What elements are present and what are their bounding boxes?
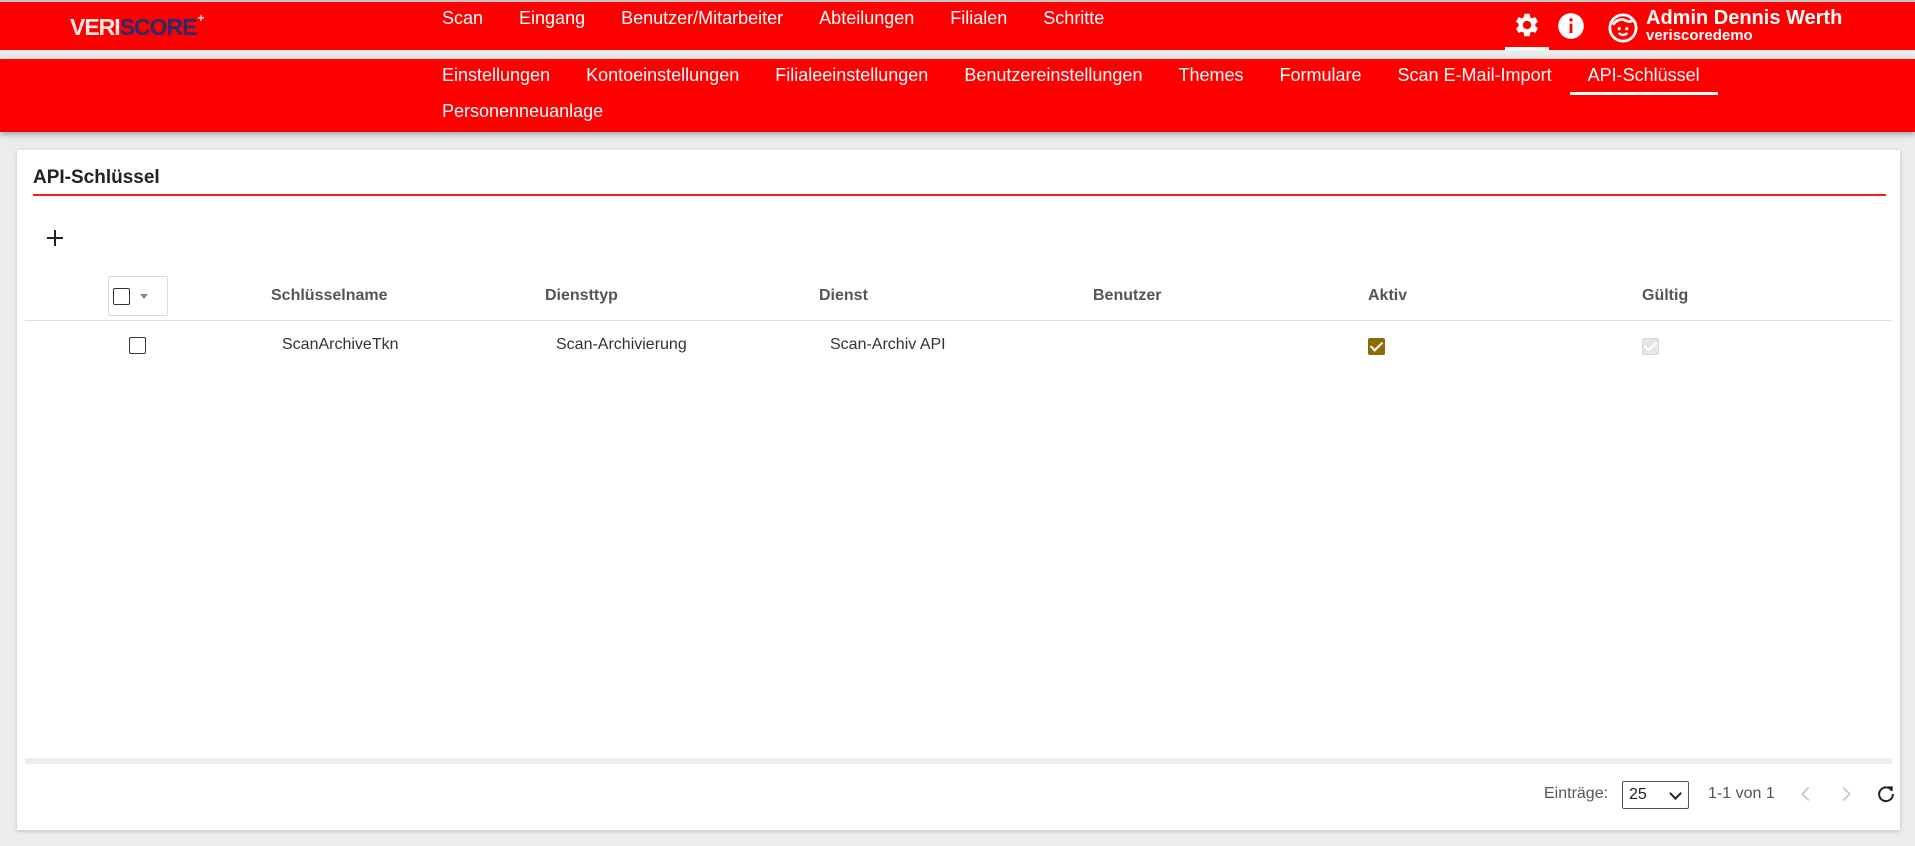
grid-pager: Einträge: 25 1-1 von 1 xyxy=(25,772,1894,820)
smiley-avatar-icon xyxy=(1608,13,1638,43)
plus-icon[interactable] xyxy=(43,226,67,250)
checkmark-icon xyxy=(1369,338,1384,352)
column-header-benutzer[interactable]: Benutzer xyxy=(1093,272,1161,320)
select-all-checkbox[interactable] xyxy=(113,287,130,305)
api-keys-card: API-Schlüssel Schlüsselname Diensttyp Di… xyxy=(17,150,1900,830)
checkmark-icon xyxy=(1643,338,1658,352)
tab-filialeeinstellungen[interactable]: Filialeeinstellungen xyxy=(757,59,946,95)
table-row[interactable]: ScanArchiveTkn Scan-Archivierung Scan-Ar… xyxy=(25,321,1892,369)
page-size-value: 25 xyxy=(1629,786,1647,803)
tab-einstellungen[interactable]: Einstellungen xyxy=(424,59,568,95)
cell-key-name: ScanArchiveTkn xyxy=(282,336,399,353)
page-size-select[interactable]: 25 xyxy=(1622,781,1689,809)
column-header-aktiv[interactable]: Aktiv xyxy=(1368,272,1407,320)
user-account: veriscoredemo xyxy=(1646,27,1753,44)
settings-button[interactable] xyxy=(1505,2,1549,50)
tab-api-schluessel[interactable]: API-Schlüssel xyxy=(1569,59,1718,95)
main-nav: Scan Eingang Benutzer/Mitarbeiter Abteil… xyxy=(424,2,1122,50)
settings-sub-bar: Einstellungen Kontoeinstellungen Filiale… xyxy=(0,59,1915,132)
chevron-down-icon xyxy=(1669,787,1682,800)
nav-item-eingang[interactable]: Eingang xyxy=(501,2,603,50)
column-header-diensttyp[interactable]: Diensttyp xyxy=(545,272,618,320)
logo-text-veri: VERI xyxy=(70,14,121,40)
info-icon xyxy=(1558,13,1584,39)
horizontal-scrollbar[interactable] xyxy=(25,758,1892,764)
page-title: API-Schlüssel xyxy=(33,166,1886,196)
refresh-icon[interactable] xyxy=(1875,783,1897,805)
page-size-label: Einträge: xyxy=(1544,785,1609,802)
cell-service: Scan-Archiv API xyxy=(830,336,946,353)
logo-text-score: SCORE xyxy=(119,14,198,40)
active-checkbox[interactable] xyxy=(1368,338,1385,355)
tab-benutzereinstellungen[interactable]: Benutzereinstellungen xyxy=(946,59,1160,95)
select-all-dropdown[interactable] xyxy=(108,276,168,316)
top-bar: VERI SCORE + Scan Eingang Benutzer/Mitar… xyxy=(0,0,1915,50)
page-range-text: 1-1 von 1 xyxy=(1708,785,1775,802)
valid-checkbox xyxy=(1642,338,1659,355)
tab-kontoeinstellungen[interactable]: Kontoeinstellungen xyxy=(568,59,757,95)
gear-icon xyxy=(1516,13,1538,36)
nav-item-scan[interactable]: Scan xyxy=(424,2,501,50)
row-select-checkbox[interactable] xyxy=(129,337,146,354)
veriscore-logo[interactable]: VERI SCORE + xyxy=(70,11,205,44)
logo-plus-mark: + xyxy=(197,11,205,25)
header-icons xyxy=(1505,2,1593,50)
chevron-left-icon[interactable] xyxy=(1795,783,1817,805)
column-header-schluesselname[interactable]: Schlüsselname xyxy=(271,272,388,320)
caret-down-icon[interactable] xyxy=(140,293,148,299)
nav-item-filialen[interactable]: Filialen xyxy=(932,2,1025,50)
tab-scan-email-import[interactable]: Scan E-Mail-Import xyxy=(1380,59,1570,95)
grid-header: Schlüsselname Diensttyp Dienst Benutzer … xyxy=(25,272,1892,321)
tab-formulare[interactable]: Formulare xyxy=(1262,59,1380,95)
tab-personenneuanlage[interactable]: Personenneuanlage xyxy=(424,95,621,131)
cell-service-type: Scan-Archivierung xyxy=(556,336,687,353)
user-menu[interactable]: Admin Dennis Werth veriscoredemo xyxy=(1608,8,1842,44)
nav-item-benutzer-mitarbeiter[interactable]: Benutzer/Mitarbeiter xyxy=(603,2,801,50)
settings-sub-nav: Einstellungen Kontoeinstellungen Filiale… xyxy=(424,59,1764,131)
column-header-dienst[interactable]: Dienst xyxy=(819,272,868,320)
nav-item-abteilungen[interactable]: Abteilungen xyxy=(801,2,932,50)
info-button[interactable] xyxy=(1549,2,1593,50)
user-info: Admin Dennis Werth veriscoredemo xyxy=(1646,8,1842,44)
chevron-right-icon[interactable] xyxy=(1835,783,1857,805)
tab-themes[interactable]: Themes xyxy=(1160,59,1261,95)
nav-item-schritte[interactable]: Schritte xyxy=(1025,2,1122,50)
column-header-gueltig[interactable]: Gültig xyxy=(1642,272,1688,320)
user-name: Admin Dennis Werth xyxy=(1646,7,1843,29)
